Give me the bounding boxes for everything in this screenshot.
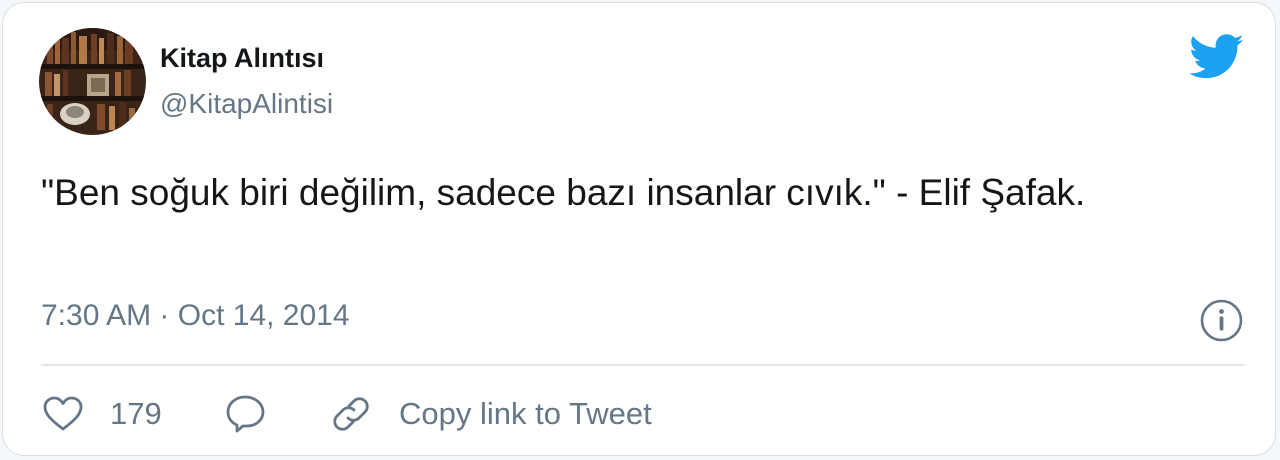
twitter-bird-icon[interactable] [1188, 34, 1245, 80]
like-count: 179 [110, 396, 162, 431]
author-name[interactable]: Kitap Alıntısı [160, 43, 324, 74]
avatar[interactable] [39, 28, 146, 135]
divider [41, 364, 1245, 366]
info-icon[interactable] [1200, 299, 1243, 342]
reply-bubble-icon [225, 394, 267, 434]
avatar-bookshelf-image [39, 28, 146, 135]
tweet-text: "Ben soğuk biri değilim, sadece bazı ins… [41, 172, 1086, 213]
link-icon [329, 392, 373, 436]
heart-icon [43, 396, 83, 432]
tweet-card: Kitap Alıntısı @KitapAlintisi "Ben soğuk… [2, 2, 1276, 456]
reply-button[interactable] [225, 391, 267, 437]
copy-link-button[interactable]: Copy link to Tweet [329, 391, 652, 437]
like-button[interactable]: 179 [43, 391, 162, 437]
author-handle[interactable]: @KitapAlintisi [160, 88, 333, 120]
tweet-date: Oct 14, 2014 [177, 299, 350, 332]
tweet-time: 7:30 AM [41, 299, 152, 332]
copy-link-label: Copy link to Tweet [399, 396, 652, 431]
tweet-timestamp[interactable]: 7:30 AM · Oct 14, 2014 [41, 299, 350, 333]
timestamp-separator: · [159, 299, 170, 332]
